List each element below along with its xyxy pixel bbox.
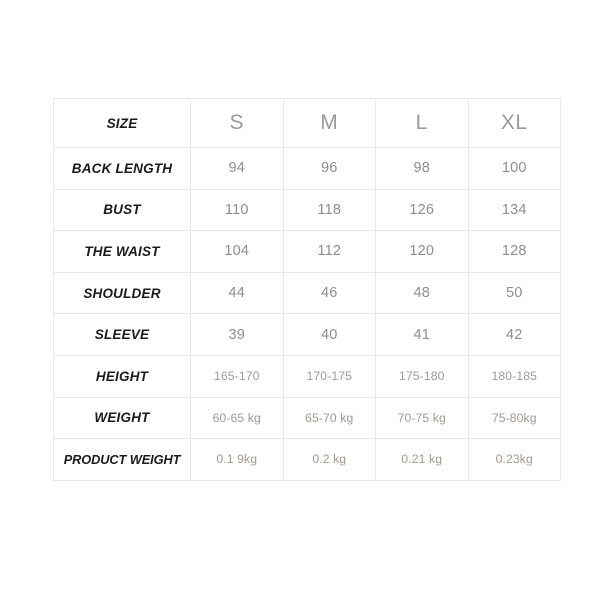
cell-sleeve-m: 40 — [282, 313, 376, 356]
row-label-height: HEIGHT — [53, 354, 191, 398]
table-row: PRODUCT WEIGHT 0.1 9kg 0.2 kg 0.21 kg 0.23kg — [53, 438, 561, 481]
cell-back-length-s: 94 — [190, 147, 284, 190]
table-row: BACK LENGTH 94 96 98 100 — [53, 147, 561, 190]
cell-product-weight-m: 0.2 kg — [282, 438, 376, 481]
cell-sleeve-s: 39 — [190, 313, 284, 356]
cell-shoulder-l: 48 — [375, 271, 469, 315]
table-row: WEIGHT 60-65 kg 65-70 kg 70-75 kg 75-80kg — [53, 396, 561, 440]
cell-weight-xl: 75-80kg — [467, 396, 561, 440]
cell-the-waist-m: 112 — [282, 230, 376, 273]
cell-sleeve-l: 41 — [375, 313, 469, 356]
cell-bust-xl: 134 — [467, 188, 561, 232]
cell-bust-l: 126 — [375, 188, 469, 232]
row-label-shoulder: SHOULDER — [53, 271, 191, 315]
row-label-back-length: BACK LENGTH — [53, 147, 191, 190]
cell-product-weight-s: 0.1 9kg — [190, 438, 284, 481]
size-chart-body: SIZE S M L XL BACK LENGTH 94 96 98 100 BUST 110 118 1… — [53, 98, 561, 481]
row-label-product-weight: PRODUCT WEIGHT — [53, 438, 191, 481]
cell-height-s: 165-170 — [190, 354, 284, 398]
table-row: HEIGHT 165-170 170-175 175-180 180-185 — [53, 354, 561, 398]
cell-height-m: 170-175 — [282, 354, 376, 398]
cell-back-length-m: 96 — [282, 147, 376, 190]
cell-the-waist-xl: 128 — [467, 230, 561, 273]
cell-height-xl: 180-185 — [467, 354, 561, 398]
size-column-header-xl: XL — [467, 98, 561, 148]
cell-back-length-l: 98 — [375, 147, 469, 190]
row-label-sleeve: SLEEVE — [53, 313, 191, 356]
size-chart-table: SIZE S M L XL BACK LENGTH 94 96 98 100 BUST 110 118 1… — [53, 98, 561, 481]
table-row: SLEEVE 39 40 41 42 — [53, 313, 561, 356]
table-row: THE WAIST 104 112 120 128 — [53, 230, 561, 273]
size-column-header-m: M — [282, 98, 376, 148]
cell-weight-m: 65-70 kg — [282, 396, 376, 440]
cell-bust-s: 110 — [190, 188, 284, 232]
size-chart-page: SIZE S M L XL BACK LENGTH 94 96 98 100 BUST 110 118 1… — [0, 0, 600, 600]
header-label-size: SIZE — [53, 98, 191, 148]
table-row: SHOULDER 44 46 48 50 — [53, 271, 561, 315]
cell-height-l: 175-180 — [375, 354, 469, 398]
table-row: BUST 110 118 126 134 — [53, 188, 561, 232]
table-header-row: SIZE S M L XL — [53, 98, 561, 148]
cell-shoulder-xl: 50 — [467, 271, 561, 315]
cell-bust-m: 118 — [282, 188, 376, 232]
cell-shoulder-s: 44 — [190, 271, 284, 315]
row-label-weight: WEIGHT — [53, 396, 191, 440]
cell-the-waist-l: 120 — [375, 230, 469, 273]
cell-the-waist-s: 104 — [190, 230, 284, 273]
row-label-bust: BUST — [53, 188, 191, 232]
cell-weight-l: 70-75 kg — [375, 396, 469, 440]
size-column-header-l: L — [375, 98, 469, 148]
row-label-the-waist: THE WAIST — [53, 230, 191, 273]
cell-product-weight-l: 0.21 kg — [375, 438, 469, 481]
cell-product-weight-xl: 0.23kg — [467, 438, 561, 481]
cell-back-length-xl: 100 — [467, 147, 561, 190]
cell-shoulder-m: 46 — [282, 271, 376, 315]
cell-sleeve-xl: 42 — [467, 313, 561, 356]
size-column-header-s: S — [190, 98, 284, 148]
cell-weight-s: 60-65 kg — [190, 396, 284, 440]
